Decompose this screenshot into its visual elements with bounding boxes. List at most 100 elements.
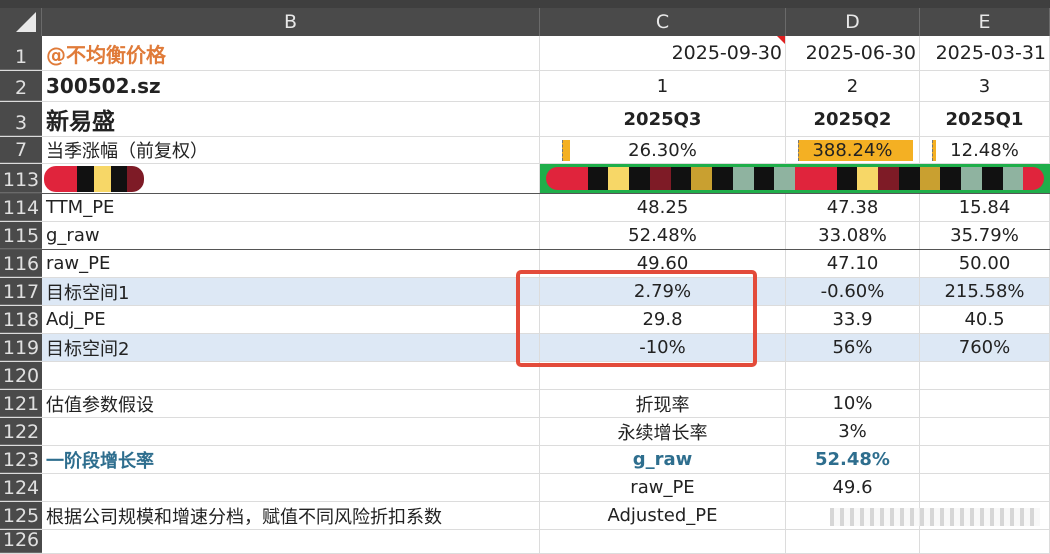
cell-c117[interactable]: 2.79%	[540, 278, 786, 305]
row-header[interactable]: 126	[0, 529, 42, 553]
cell-c3[interactable]: 2025Q3	[540, 102, 786, 136]
cell-d7[interactable]: 388.24%	[786, 137, 920, 163]
cell-d118[interactable]: 33.9	[786, 306, 920, 333]
cell-c122[interactable]: 永续增长率	[540, 418, 786, 445]
row-1: 1 @不均衡价格 2025-09-30 2025-06-30 2025-03-31	[0, 36, 1050, 71]
cell-c125[interactable]: Adjusted_PE	[540, 502, 786, 529]
cell-b3[interactable]: 新易盛	[42, 102, 540, 136]
cell-e116[interactable]: 50.00	[920, 250, 1050, 277]
cell-b115[interactable]: g_raw	[42, 222, 540, 249]
cell-d3[interactable]: 2025Q2	[786, 102, 920, 136]
column-header-b[interactable]: B	[42, 8, 540, 36]
cell-text: 12.48%	[950, 139, 1019, 161]
cell-e120[interactable]	[920, 362, 1050, 389]
cell-d2[interactable]: 2	[786, 71, 920, 101]
cell-d116[interactable]: 47.10	[786, 250, 920, 277]
cell-b121[interactable]: 估值参数假设	[42, 390, 540, 417]
cell-e115[interactable]: 35.79%	[920, 222, 1050, 249]
cell-c115[interactable]: 52.48%	[540, 222, 786, 249]
cell-c1[interactable]: 2025-09-30	[540, 36, 786, 70]
cell-text: g_raw	[632, 449, 693, 470]
cell-e126[interactable]	[920, 530, 1050, 553]
cell-b7[interactable]: 当季涨幅（前复权）	[42, 137, 540, 163]
cell-e117[interactable]: 215.58%	[920, 278, 1050, 305]
cell-d114[interactable]: 47.38	[786, 194, 920, 221]
row-header[interactable]: 121	[0, 390, 42, 417]
cell-b119[interactable]: 目标空间2	[42, 334, 540, 361]
cell-e1[interactable]: 2025-03-31	[920, 36, 1050, 70]
cell-b122[interactable]	[42, 418, 540, 445]
row-header[interactable]: 123	[0, 446, 42, 473]
row-header[interactable]: 122	[0, 418, 42, 445]
cell-c116[interactable]: 49.60	[540, 250, 786, 277]
cell-b123[interactable]: 一阶段增长率	[42, 446, 540, 473]
cell-c124[interactable]: raw_PE	[540, 474, 786, 501]
cell-c118[interactable]: 29.8	[540, 306, 786, 333]
cell-d119[interactable]: 56%	[786, 334, 920, 361]
column-header-e[interactable]: E	[920, 8, 1050, 36]
cell-e114[interactable]: 15.84	[920, 194, 1050, 221]
cell-b1[interactable]: @不均衡价格	[42, 36, 540, 70]
cell-c123[interactable]: g_raw	[540, 446, 786, 473]
cell-d117[interactable]: -0.60%	[786, 278, 920, 305]
cell-d123[interactable]: 52.48%	[786, 446, 920, 473]
cell-b114[interactable]: TTM_PE	[42, 194, 540, 221]
cell-d126[interactable]	[786, 530, 920, 553]
row-header[interactable]: 1	[0, 36, 42, 70]
cell-b118[interactable]: Adj_PE	[42, 306, 540, 333]
cell-c126[interactable]	[540, 530, 786, 553]
select-all-corner[interactable]	[0, 8, 42, 36]
row-header[interactable]: 117	[0, 278, 42, 305]
row-header[interactable]: 114	[0, 194, 42, 221]
cell-d120[interactable]	[786, 362, 920, 389]
cell-c2[interactable]: 1	[540, 71, 786, 101]
row-header[interactable]: 115	[0, 222, 42, 249]
cell-text: TTM_PE	[46, 197, 115, 218]
cell-e3[interactable]: 2025Q1	[920, 102, 1050, 136]
row-header[interactable]: 7	[0, 137, 42, 163]
row-header[interactable]: 124	[0, 474, 42, 501]
cell-d1[interactable]: 2025-06-30	[786, 36, 920, 70]
cell-c121[interactable]: 折现率	[540, 390, 786, 417]
cell-c119[interactable]: -10%	[540, 334, 786, 361]
row-header[interactable]: 120	[0, 362, 42, 389]
row-header[interactable]: 113	[0, 164, 42, 193]
column-header-c[interactable]: C	[540, 8, 786, 36]
row-header[interactable]: 116	[0, 250, 42, 277]
cell-b2[interactable]: 300502.sz	[42, 71, 540, 101]
row-116: 116 raw_PE 49.60 47.10 50.00	[0, 250, 1050, 278]
cell-e2[interactable]: 3	[920, 71, 1050, 101]
row-header[interactable]: 2	[0, 71, 42, 101]
row-header[interactable]: 125	[0, 502, 42, 529]
row-118: 118 Adj_PE 29.8 33.9 40.5	[0, 306, 1050, 334]
row-125: 125 根据公司规模和增速分档，赋值不同风险折扣系数 Adjusted_PE	[0, 502, 1050, 530]
cell-b125[interactable]: 根据公司规模和增速分档，赋值不同风险折扣系数	[42, 502, 540, 529]
cell-d115[interactable]: 33.08%	[786, 222, 920, 249]
cell-d122[interactable]: 3%	[786, 418, 920, 445]
cell-b117[interactable]: 目标空间1	[42, 278, 540, 305]
row-122: 122 永续增长率 3%	[0, 418, 1050, 446]
row-header[interactable]: 3	[0, 102, 42, 136]
cell-e122[interactable]	[920, 418, 1050, 445]
cell-d124[interactable]: 49.6	[786, 474, 920, 501]
cell-text: 估值参数假设	[46, 394, 154, 416]
cell-e119[interactable]: 760%	[920, 334, 1050, 361]
cell-e123[interactable]	[920, 446, 1050, 473]
row-126: 126	[0, 529, 1050, 554]
cell-e121[interactable]	[920, 390, 1050, 417]
cell-e118[interactable]: 40.5	[920, 306, 1050, 333]
column-header-d[interactable]: D	[786, 8, 920, 36]
cell-b116[interactable]: raw_PE	[42, 250, 540, 277]
cell-c120[interactable]	[540, 362, 786, 389]
cell-b120[interactable]	[42, 362, 540, 389]
cell-b126[interactable]	[42, 530, 540, 553]
row-header[interactable]: 119	[0, 334, 42, 361]
cell-b124[interactable]	[42, 474, 540, 501]
cell-c7[interactable]: 26.30%	[540, 137, 786, 163]
cell-d121[interactable]: 10%	[786, 390, 920, 417]
cell-e124[interactable]	[920, 474, 1050, 501]
cell-e7[interactable]: 12.48%	[920, 137, 1050, 163]
cell-c114[interactable]: 48.25	[540, 194, 786, 221]
row-header[interactable]: 118	[0, 306, 42, 333]
cell-text: 1	[656, 75, 669, 97]
